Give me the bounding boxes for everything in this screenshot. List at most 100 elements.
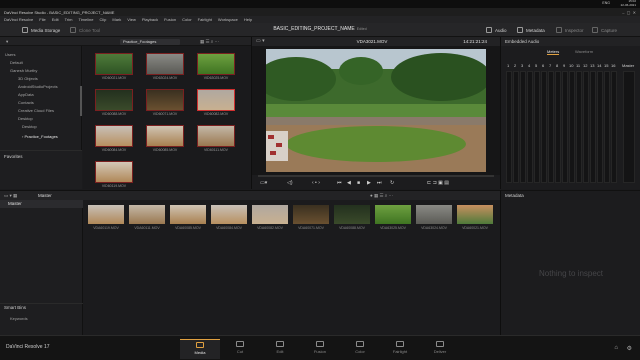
pool-clip-thumbnail[interactable] bbox=[211, 205, 247, 224]
clip-thumbnail[interactable] bbox=[146, 53, 184, 75]
play-reverse-icon[interactable]: ◀ bbox=[347, 180, 351, 186]
capture-label: Capture bbox=[601, 27, 618, 33]
viewer-mode-icon[interactable]: ▭▾ bbox=[260, 180, 267, 186]
pool-clip-thumbnail[interactable] bbox=[252, 205, 288, 224]
audio-meters: 1 2 3 4 5 6 7 8 9 10 11 12 13 14 15 16 M… bbox=[505, 63, 637, 187]
channel-number: 10 bbox=[569, 63, 574, 68]
menu-item[interactable]: Edit bbox=[52, 17, 59, 22]
folder-breadcrumb[interactable]: Practice_Footages bbox=[120, 39, 180, 45]
tree-item[interactable]: Desktop bbox=[18, 116, 33, 121]
volume-icon[interactable]: ◁) bbox=[287, 180, 293, 186]
go-to-end-icon[interactable]: ⏭ bbox=[377, 180, 382, 186]
pool-clip-thumbnail[interactable] bbox=[457, 205, 493, 224]
inspector-button[interactable]: Inspector bbox=[556, 26, 584, 34]
settings-icon[interactable]: ⚙ bbox=[627, 345, 632, 352]
tree-item[interactable]: Contacts bbox=[18, 100, 34, 105]
video-frame[interactable] bbox=[256, 49, 491, 172]
metadata-button[interactable]: Metadata bbox=[517, 26, 545, 34]
tab-meters[interactable]: Meters bbox=[547, 49, 560, 55]
audio-panel: Embedded Audio Meters Waveform 1 2 3 4 5… bbox=[500, 37, 640, 189]
pool-clip-thumbnail[interactable] bbox=[416, 205, 452, 224]
loop-icon[interactable]: ↻ bbox=[390, 180, 394, 186]
clip-thumbnail[interactable] bbox=[95, 161, 133, 183]
pool-clip-thumbnail[interactable] bbox=[334, 205, 370, 224]
page-color[interactable]: Color bbox=[340, 339, 380, 359]
menu-item[interactable]: View bbox=[127, 17, 136, 22]
tree-item-selected[interactable]: › Practice_Footages bbox=[22, 134, 58, 139]
scrubber-bar[interactable] bbox=[258, 175, 494, 177]
viewer-options-icon[interactable]: ▭ ▾ bbox=[256, 38, 265, 44]
pool-clip-thumbnail[interactable] bbox=[375, 205, 411, 224]
clip-thumbnail[interactable] bbox=[95, 125, 133, 147]
tree-scrollbar[interactable] bbox=[80, 86, 82, 116]
clone-tool-icon bbox=[70, 27, 76, 33]
clip-thumbnail[interactable] bbox=[146, 89, 184, 111]
jog-icon[interactable]: ‹ • › bbox=[312, 180, 320, 186]
stop-icon[interactable]: ■ bbox=[357, 180, 360, 186]
menu-item[interactable]: Trim bbox=[65, 17, 73, 22]
viewer-header: ▭ ▾ VDA3021.MOV 14:21:21:24 bbox=[252, 37, 501, 46]
tree-item[interactable]: Users bbox=[5, 52, 15, 57]
tab-waveform[interactable]: Waveform bbox=[575, 49, 593, 54]
go-to-start-icon[interactable]: ⏮ bbox=[337, 180, 342, 186]
tree-item[interactable]: Ganesh Murthy bbox=[10, 68, 37, 73]
capture-button[interactable]: Capture bbox=[592, 26, 617, 34]
os-taskbar: ENG 15:02 22-06-2021 bbox=[0, 0, 640, 8]
pool-clip-thumbnail[interactable] bbox=[293, 205, 329, 224]
pool-view-icons[interactable]: ● ▦ ☰ ⌕ ⋯ bbox=[370, 193, 393, 199]
edit-page-icon bbox=[276, 341, 284, 347]
clip-thumbnail[interactable] bbox=[95, 89, 133, 111]
media-storage-button[interactable]: Media Storage bbox=[22, 26, 60, 34]
tree-item[interactable]: 3D Objects bbox=[18, 76, 38, 81]
page-fusion[interactable]: Fusion bbox=[300, 339, 340, 359]
page-media[interactable]: Media bbox=[180, 339, 220, 359]
bin-item-master[interactable]: Master bbox=[0, 200, 83, 208]
page-cut[interactable]: Cut bbox=[220, 339, 260, 359]
menu-item[interactable]: Help bbox=[244, 17, 252, 22]
clip-thumbnail[interactable] bbox=[197, 125, 235, 147]
clip-thumbnail[interactable] bbox=[146, 125, 184, 147]
menu-item[interactable]: Fusion bbox=[164, 17, 176, 22]
window-controls[interactable]: – ▢ ✕ bbox=[622, 10, 636, 15]
clip-label: VID63024.MOV bbox=[152, 76, 178, 80]
pool-clip-thumbnail[interactable] bbox=[170, 205, 206, 224]
fusion-page-icon bbox=[316, 341, 324, 347]
menu-item[interactable]: Playback bbox=[142, 17, 158, 22]
page-fairlight[interactable]: Fairlight bbox=[380, 339, 420, 359]
clip-label: VID60119.MOV bbox=[101, 184, 127, 188]
clip-thumbnail-selected[interactable] bbox=[197, 89, 235, 111]
clip-thumbnail[interactable] bbox=[197, 53, 235, 75]
dropdown-icon[interactable]: ▾ bbox=[6, 39, 8, 45]
tree-item[interactable]: AppData bbox=[18, 92, 34, 97]
menu-item[interactable]: Workspace bbox=[218, 17, 238, 22]
menu-item[interactable]: File bbox=[39, 17, 45, 22]
tree-item[interactable]: AndroidStudioProjects bbox=[18, 84, 58, 89]
smart-bin-keywords[interactable]: Keywords bbox=[10, 316, 28, 321]
pool-clip-thumbnail[interactable] bbox=[129, 205, 165, 224]
bin-title: Master bbox=[38, 193, 52, 198]
menu-item[interactable]: Mark bbox=[112, 17, 121, 22]
menu-item[interactable]: Clip bbox=[99, 17, 106, 22]
audio-button[interactable]: Audio bbox=[486, 26, 507, 34]
tree-item[interactable]: Desktop bbox=[22, 124, 37, 129]
page-deliver[interactable]: Deliver bbox=[420, 339, 460, 359]
home-icon[interactable]: ⌂ bbox=[614, 345, 618, 351]
panel-toggle-icons[interactable]: ▭ ▾ ▦ bbox=[4, 193, 17, 199]
pool-clip-thumbnail[interactable] bbox=[88, 205, 124, 224]
view-options-icons[interactable]: ▦ ☰ ⌕ ⋯ bbox=[200, 39, 219, 45]
page-label: Deliver bbox=[433, 349, 447, 354]
pool-clip-label: VDA60071.MOV bbox=[298, 226, 324, 230]
tree-item[interactable]: Default bbox=[10, 60, 23, 65]
page-edit[interactable]: Edit bbox=[260, 339, 300, 359]
tree-item[interactable]: Creative Cloud Files bbox=[18, 108, 54, 113]
channel-meter bbox=[527, 71, 533, 183]
menu-item[interactable]: Color bbox=[182, 17, 192, 22]
play-icon[interactable]: ▶ bbox=[367, 180, 371, 186]
menu-item[interactable]: DaVinci Resolve bbox=[4, 17, 33, 22]
clip-thumbnail[interactable] bbox=[95, 53, 133, 75]
menu-item[interactable]: Timeline bbox=[79, 17, 94, 22]
menu-item[interactable]: Fairlight bbox=[198, 17, 212, 22]
clone-tool-button[interactable]: Clone Tool bbox=[70, 26, 100, 34]
channel-number: 12 bbox=[583, 63, 588, 68]
mark-icons[interactable]: ⊏ ⊐ ▣ ▤ bbox=[427, 180, 449, 186]
